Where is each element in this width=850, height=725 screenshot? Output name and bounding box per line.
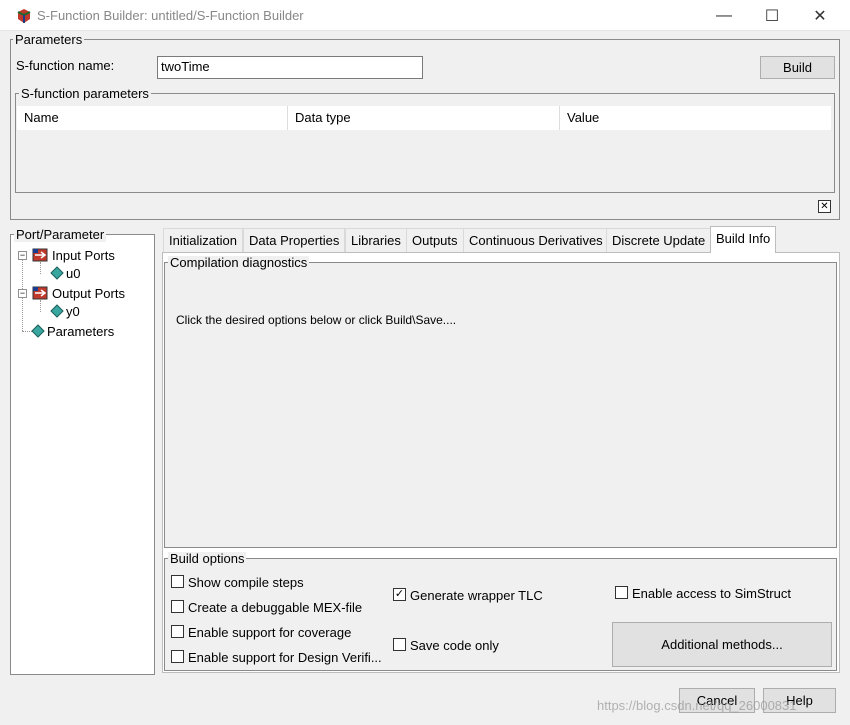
- port-u0-icon: [50, 266, 64, 280]
- coverage-label: Enable support for coverage: [188, 625, 352, 640]
- tree-item-input-ports[interactable]: Input Ports: [52, 248, 115, 263]
- tree-item-parameters[interactable]: Parameters: [47, 324, 114, 339]
- design-verifier-checkbox[interactable]: [171, 650, 184, 663]
- output-ports-icon: [32, 286, 48, 300]
- title-bar: S-Function Builder: untitled/S-Function …: [0, 0, 850, 31]
- tree-item-output-ports[interactable]: Output Ports: [52, 286, 125, 301]
- tab-build-info[interactable]: Build Info: [710, 226, 777, 253]
- sfunction-name-input[interactable]: twoTime: [157, 56, 423, 79]
- build-options-label: Build options: [168, 551, 247, 566]
- close-window-button[interactable]: ✕: [797, 0, 843, 31]
- additional-methods-button[interactable]: Additional methods...: [612, 622, 832, 667]
- simulink-app-icon: [17, 9, 31, 23]
- tab-discrete-update[interactable]: Discrete Update: [606, 228, 712, 252]
- wrapper-tlc-checkbox[interactable]: ✓: [393, 588, 406, 601]
- save-code-only-checkbox[interactable]: [393, 638, 406, 651]
- show-compile-steps-checkbox[interactable]: [171, 575, 184, 588]
- sfunction-name-label: S-function name:: [16, 58, 115, 73]
- compilation-diagnostics-label: Compilation diagnostics: [168, 255, 310, 270]
- wrapper-tlc-label: Generate wrapper TLC: [410, 588, 543, 603]
- output-ports-expander[interactable]: −: [18, 289, 27, 298]
- show-compile-steps-label: Show compile steps: [188, 575, 304, 590]
- coverage-checkbox[interactable]: [171, 625, 184, 638]
- parameters-tree-icon: [31, 324, 45, 338]
- port-y0-icon: [50, 304, 64, 318]
- tab-continuous-derivatives[interactable]: Continuous Derivatives: [463, 228, 609, 252]
- build-button[interactable]: Build: [760, 56, 835, 79]
- tree-line: [40, 262, 41, 274]
- window-title: S-Function Builder: untitled/S-Function …: [37, 8, 304, 23]
- compilation-diagnostics-group: [164, 262, 837, 548]
- column-header-data-type[interactable]: Data type: [288, 106, 560, 130]
- column-header-name[interactable]: Name: [17, 106, 288, 130]
- close-parameters-icon[interactable]: ✕: [818, 200, 831, 213]
- debuggable-mex-checkbox[interactable]: [171, 600, 184, 613]
- simstruct-checkbox[interactable]: [615, 586, 628, 599]
- parameters-table-header: Name Data type Value: [17, 106, 831, 130]
- minimize-button[interactable]: —: [701, 0, 747, 31]
- watermark-text: https://blog.csdn.net/qq_26000831: [597, 698, 797, 713]
- tree-item-u0[interactable]: u0: [66, 266, 80, 281]
- maximize-button[interactable]: ☐: [749, 0, 795, 31]
- tree-line: [40, 300, 41, 312]
- tab-libraries[interactable]: Libraries: [345, 228, 407, 252]
- tab-initialization[interactable]: Initialization: [163, 228, 243, 252]
- column-header-value[interactable]: Value: [560, 106, 831, 130]
- tab-data-properties[interactable]: Data Properties: [243, 228, 346, 252]
- simstruct-label: Enable access to SimStruct: [632, 586, 791, 601]
- parameters-group-label: Parameters: [13, 32, 85, 47]
- design-verifier-label: Enable support for Design Verifi...: [188, 650, 382, 665]
- input-ports-expander[interactable]: −: [18, 251, 27, 260]
- debuggable-mex-label: Create a debuggable MEX-file: [188, 600, 363, 615]
- compilation-message: Click the desired options below or click…: [176, 313, 457, 327]
- tree-item-y0[interactable]: y0: [66, 304, 80, 319]
- port-parameter-label: Port/Parameter: [14, 227, 107, 242]
- sfunction-parameters-label: S-function parameters: [19, 86, 151, 101]
- tab-outputs[interactable]: Outputs: [406, 228, 464, 252]
- save-code-only-label: Save code only: [410, 638, 499, 653]
- input-ports-icon: [32, 248, 48, 262]
